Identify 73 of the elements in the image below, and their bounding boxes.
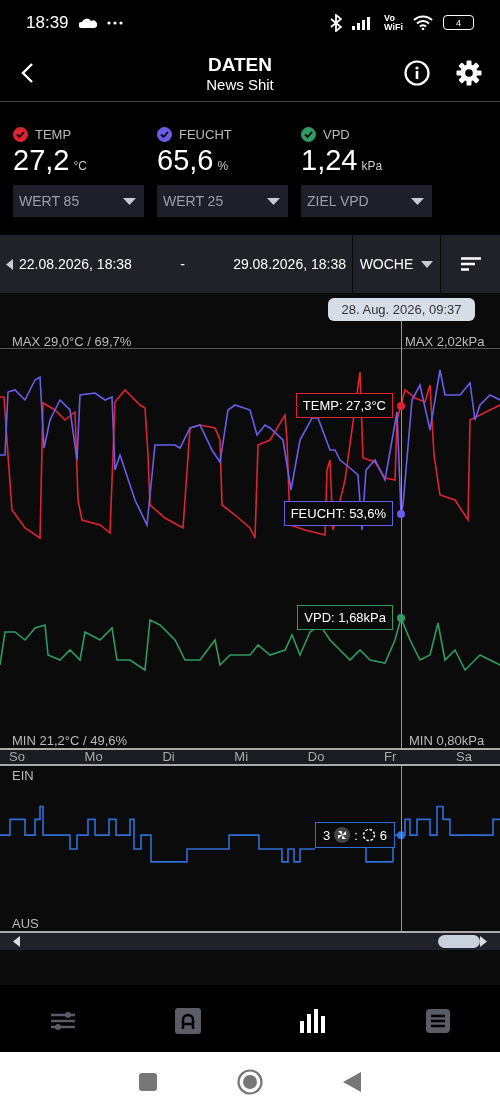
horizontal-scrollbar[interactable] — [0, 933, 500, 950]
sensor-value: 27,2 — [13, 144, 70, 177]
scroll-thumb[interactable] — [438, 935, 480, 948]
scroll-left-icon[interactable] — [13, 936, 20, 947]
sensor-label: VPD — [323, 127, 350, 142]
sensor-checkbox[interactable] — [13, 127, 28, 142]
battery-indicator: 4 — [443, 15, 474, 30]
sensor-checkbox[interactable] — [157, 127, 172, 142]
range-separator: - — [180, 256, 185, 272]
bar-chart-icon — [299, 1008, 326, 1033]
fan-value: 6 — [379, 827, 388, 843]
sensor-dropdown[interactable]: WERT 25 — [157, 185, 288, 217]
day-label: So — [9, 750, 25, 764]
back-icon — [20, 62, 34, 84]
off-label: AUS — [12, 916, 39, 931]
sensor-dropdown[interactable]: ZIEL VPD — [301, 185, 432, 217]
period-dropdown[interactable]: WOCHE — [352, 235, 441, 293]
day-label: Di — [162, 750, 175, 764]
data-point — [397, 614, 405, 622]
day-label: Do — [307, 750, 325, 764]
value-readout: TEMP: 27,3°C — [295, 393, 393, 418]
wifi-icon — [413, 15, 433, 30]
fan-separator: : — [354, 827, 358, 843]
day-label: Mi — [234, 750, 249, 764]
vowifi-label: Vo WiFi — [384, 13, 403, 32]
fan-speed: 3 — [323, 827, 331, 843]
list-icon — [425, 1008, 450, 1033]
caret-icon — [267, 197, 280, 205]
min-label: MIN 21,2°C / 49,6% — [12, 733, 128, 748]
day-label: Fr — [384, 750, 397, 764]
bluetooth-icon — [330, 13, 343, 32]
range-start[interactable]: 22.08.2026, 18:38 — [19, 256, 132, 272]
home-button[interactable] — [237, 1069, 263, 1095]
check-icon — [160, 131, 169, 138]
cloud-icon — [78, 17, 97, 28]
check-icon — [304, 131, 313, 138]
info-icon — [404, 60, 430, 86]
sensor-label: FEUCHT — [179, 127, 232, 142]
page-subtitle: News Shit — [206, 75, 274, 93]
value-readout: FEUCHT: 53,6% — [283, 501, 393, 526]
sensor-dropdown[interactable]: WERT 85 — [13, 185, 144, 217]
sort-icon — [460, 257, 481, 271]
sensor-unit: % — [217, 159, 229, 173]
range-end[interactable]: 29.08.2026, 18:38 — [233, 256, 346, 272]
previous-icon[interactable] — [6, 258, 13, 270]
sensor-label: TEMP — [35, 127, 72, 142]
letter-a-icon — [174, 1007, 201, 1034]
data-point — [397, 402, 405, 410]
status-time: 18:39 — [26, 12, 69, 33]
min-label: MIN 0,80kPa — [409, 733, 485, 748]
max-label: MAX 29,0°C / 69,7% — [12, 334, 132, 349]
day-label: Sa — [456, 750, 472, 764]
sensor-unit: °C — [73, 159, 87, 173]
check-icon — [16, 131, 25, 138]
more-dots-icon — [106, 20, 123, 25]
day-label: Mo — [84, 750, 103, 764]
fan-icon — [334, 827, 351, 843]
sensor-value: 65,6 — [157, 144, 214, 177]
caret-icon — [421, 260, 434, 268]
back-nav-button[interactable] — [343, 1072, 361, 1092]
caret-icon — [411, 197, 424, 205]
sensor-value: 1,24 — [301, 144, 358, 177]
max-label: MAX 2,02kPa — [405, 334, 485, 349]
date-tooltip: 28. Aug. 2026, 09:37 — [328, 298, 475, 321]
caret-icon — [123, 197, 136, 205]
sensor-unit: kPa — [361, 159, 383, 173]
dashed-circle-icon — [361, 828, 376, 842]
value-readout: VPD: 1,68kPa — [297, 605, 393, 630]
page-title: DATEN — [207, 53, 272, 76]
settings-icon — [456, 60, 482, 86]
data-point — [397, 510, 405, 518]
on-label: EIN — [12, 768, 34, 783]
sensor-checkbox[interactable] — [301, 127, 316, 142]
